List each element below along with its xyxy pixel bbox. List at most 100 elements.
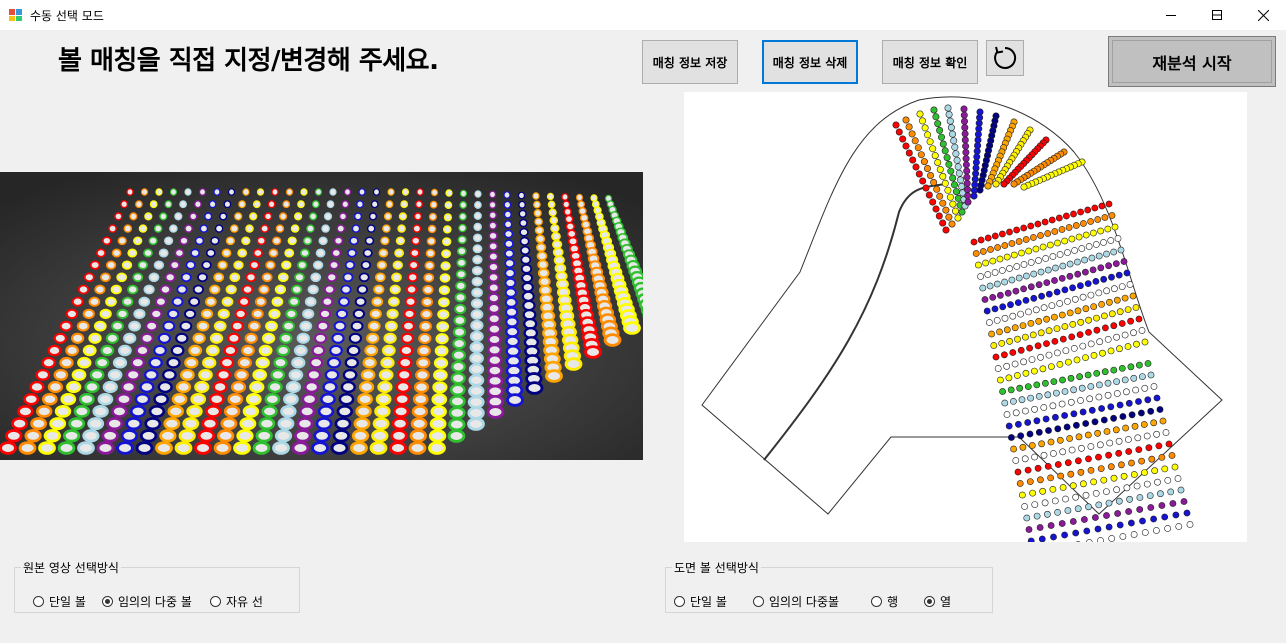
drawing-ball[interactable] [984, 182, 992, 190]
drawing-ball[interactable] [1040, 404, 1048, 411]
drawing-ball[interactable] [1098, 202, 1106, 210]
source-ball[interactable] [380, 236, 390, 246]
drawing-ball[interactable] [1077, 397, 1084, 404]
drawing-ball[interactable] [1036, 524, 1044, 531]
source-ball[interactable] [470, 298, 484, 309]
source-ball[interactable] [455, 269, 467, 280]
source-ball[interactable] [188, 296, 201, 307]
drawing-ball[interactable] [1039, 365, 1047, 373]
drawing-ball[interactable] [1067, 470, 1075, 478]
drawing-ball[interactable] [1063, 423, 1071, 431]
source-ball[interactable] [217, 429, 235, 443]
drawing-ball[interactable] [1013, 372, 1021, 379]
source-ball[interactable] [139, 429, 158, 443]
source-ball[interactable] [398, 212, 408, 221]
source-ball[interactable] [391, 417, 409, 431]
source-ball[interactable] [159, 429, 177, 443]
drawing-ball[interactable] [1009, 349, 1017, 356]
drawing-ball[interactable] [1113, 378, 1120, 385]
source-ball[interactable] [43, 429, 61, 443]
source-ball[interactable] [487, 313, 501, 325]
drawing-ball[interactable] [1094, 525, 1102, 533]
drawing-ball[interactable] [1119, 413, 1127, 420]
source-ball[interactable] [334, 417, 352, 431]
source-ball[interactable] [328, 260, 340, 270]
drawing-ball[interactable] [892, 121, 900, 129]
source-ball[interactable] [532, 192, 540, 200]
drawing-ball[interactable] [924, 131, 932, 139]
source-ball[interactable] [411, 236, 421, 246]
drawing-ball[interactable] [1018, 491, 1026, 499]
drawing-ball[interactable] [1082, 420, 1090, 427]
source-ball[interactable] [299, 248, 310, 258]
drawing-ball[interactable] [1117, 246, 1125, 254]
drawing-ball[interactable] [1044, 230, 1052, 237]
drawing-ball[interactable] [936, 192, 944, 200]
drawing-ball[interactable] [1095, 289, 1103, 297]
drawing-ball[interactable] [1040, 304, 1048, 312]
source-ball[interactable] [233, 260, 244, 270]
source-ball[interactable] [546, 192, 555, 201]
source-ball[interactable] [106, 417, 124, 431]
drawing-ball[interactable] [1090, 478, 1097, 486]
drawing-ball[interactable] [1024, 383, 1032, 390]
drawing-ball[interactable] [1091, 514, 1099, 521]
source-ball[interactable] [153, 344, 167, 357]
drawing-ball[interactable] [1007, 434, 1015, 441]
drawing-ball[interactable] [1047, 522, 1055, 529]
source-ball[interactable] [288, 368, 304, 381]
source-ball[interactable] [179, 236, 189, 246]
source-ball[interactable] [117, 236, 127, 246]
drawing-ball[interactable] [1171, 463, 1179, 471]
source-ball[interactable] [233, 441, 251, 455]
source-ball[interactable] [416, 188, 424, 196]
drawing-ball[interactable] [1065, 224, 1073, 231]
drawing-ball[interactable] [1105, 499, 1113, 507]
source-ball[interactable] [503, 200, 512, 209]
source-ball[interactable] [372, 417, 390, 431]
source-ball[interactable] [83, 272, 95, 283]
drawing-ball[interactable] [1027, 283, 1035, 291]
source-ball[interactable] [283, 392, 299, 406]
source-ball[interactable] [504, 306, 519, 318]
drawing-ball[interactable] [1007, 301, 1014, 309]
source-ball[interactable] [395, 380, 411, 394]
source-ball[interactable] [144, 212, 153, 221]
source-ball[interactable] [47, 380, 64, 394]
drawing-ball[interactable] [1110, 285, 1118, 293]
drawing-ball[interactable] [1043, 315, 1050, 323]
source-ball[interactable] [385, 200, 394, 209]
drawing-ball[interactable] [1095, 252, 1103, 260]
source-ball[interactable] [217, 308, 230, 320]
source-ball[interactable] [277, 272, 289, 283]
source-ball[interactable] [352, 308, 365, 320]
drawing-ball[interactable] [1047, 363, 1055, 370]
source-ball[interactable] [562, 200, 571, 209]
source-ball[interactable] [487, 272, 500, 283]
source-ball[interactable] [192, 284, 204, 295]
drawing-ball[interactable] [1058, 226, 1066, 233]
drawing-ball[interactable] [939, 140, 947, 148]
source-ball[interactable] [368, 212, 378, 221]
source-ball[interactable] [129, 212, 138, 221]
drawing-ball[interactable] [1022, 296, 1030, 304]
source-ball[interactable] [471, 276, 483, 287]
source-ball[interactable] [410, 417, 428, 431]
drawing-ball[interactable] [1072, 222, 1080, 229]
drawing-ball[interactable] [1030, 270, 1038, 278]
drawing-ball[interactable] [991, 269, 999, 276]
drawing-ball[interactable] [1164, 525, 1171, 532]
drawing-ball[interactable] [1122, 424, 1129, 432]
source-ball[interactable] [457, 235, 467, 245]
source-ball[interactable] [167, 308, 180, 320]
drawing-ball[interactable] [1029, 234, 1037, 241]
drawing-ball[interactable] [1074, 307, 1082, 315]
source-ball[interactable] [521, 272, 533, 284]
drawing-ball[interactable] [1003, 253, 1011, 261]
source-ball[interactable] [503, 210, 512, 219]
source-ball[interactable] [423, 272, 435, 283]
source-option-free[interactable]: 자유 선 [210, 593, 263, 610]
source-ball[interactable] [468, 363, 485, 376]
source-ball[interactable] [255, 429, 273, 443]
drawing-ball[interactable] [941, 179, 949, 187]
